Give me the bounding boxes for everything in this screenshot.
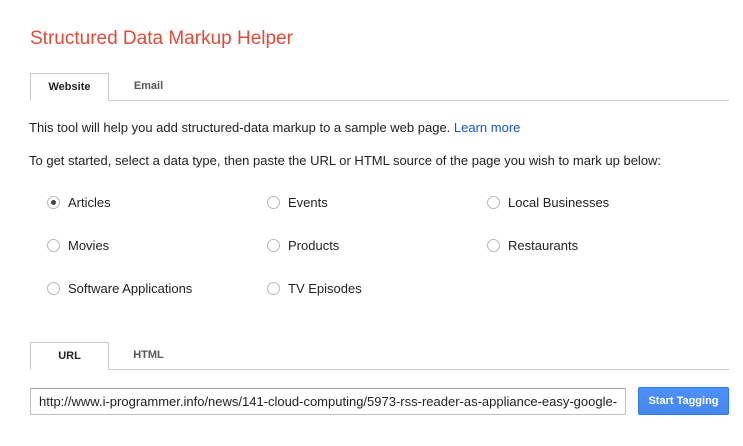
- tab-url[interactable]: URL: [30, 342, 109, 370]
- learn-more-link[interactable]: Learn more: [454, 120, 520, 135]
- radio-products-label: Products: [288, 238, 340, 253]
- radio-articles-label: Articles: [68, 195, 111, 210]
- radio-local-businesses[interactable]: Local Businesses: [487, 195, 609, 210]
- radio-events[interactable]: Events: [267, 195, 328, 210]
- tabbar-divider: [30, 100, 729, 101]
- url-input[interactable]: [30, 388, 626, 415]
- radio-products-circle[interactable]: [267, 239, 280, 252]
- tab-html[interactable]: HTML: [109, 342, 188, 370]
- radio-restaurants[interactable]: Restaurants: [487, 238, 578, 253]
- radio-software-applications-circle[interactable]: [47, 282, 60, 295]
- radio-tv-episodes-label: TV Episodes: [288, 281, 362, 296]
- radio-restaurants-circle[interactable]: [487, 239, 500, 252]
- radio-tv-episodes-circle[interactable]: [267, 282, 280, 295]
- tab-email[interactable]: Email: [109, 73, 188, 101]
- intro-sentence: This tool will help you add structured-d…: [29, 120, 451, 135]
- radio-software-applications-label: Software Applications: [68, 281, 193, 296]
- input-tabbar-divider: [30, 369, 729, 370]
- tab-website[interactable]: Website: [30, 73, 109, 101]
- radio-articles-circle[interactable]: [47, 196, 60, 209]
- page-title: Structured Data Markup Helper: [30, 28, 293, 49]
- intro-text: This tool will help you add structured-d…: [29, 120, 520, 135]
- radio-events-circle[interactable]: [267, 196, 280, 209]
- radio-movies[interactable]: Movies: [47, 238, 109, 253]
- start-tagging-button[interactable]: Start Tagging: [638, 387, 729, 415]
- radio-movies-label: Movies: [68, 238, 110, 253]
- radio-restaurants-label: Restaurants: [508, 238, 579, 253]
- source-tabbar: Website Email: [0, 73, 743, 101]
- input-tabbar: URL HTML: [0, 342, 743, 370]
- radio-local-businesses-circle[interactable]: [487, 196, 500, 209]
- radio-local-businesses-label: Local Businesses: [508, 195, 610, 210]
- radio-events-label: Events: [288, 195, 328, 210]
- instructions-text: To get started, select a data type, then…: [29, 153, 662, 168]
- radio-movies-circle[interactable]: [47, 239, 60, 252]
- radio-software-applications[interactable]: Software Applications: [47, 281, 192, 296]
- radio-articles[interactable]: Articles: [47, 195, 111, 210]
- radio-products[interactable]: Products: [267, 238, 339, 253]
- radio-tv-episodes[interactable]: TV Episodes: [267, 281, 362, 296]
